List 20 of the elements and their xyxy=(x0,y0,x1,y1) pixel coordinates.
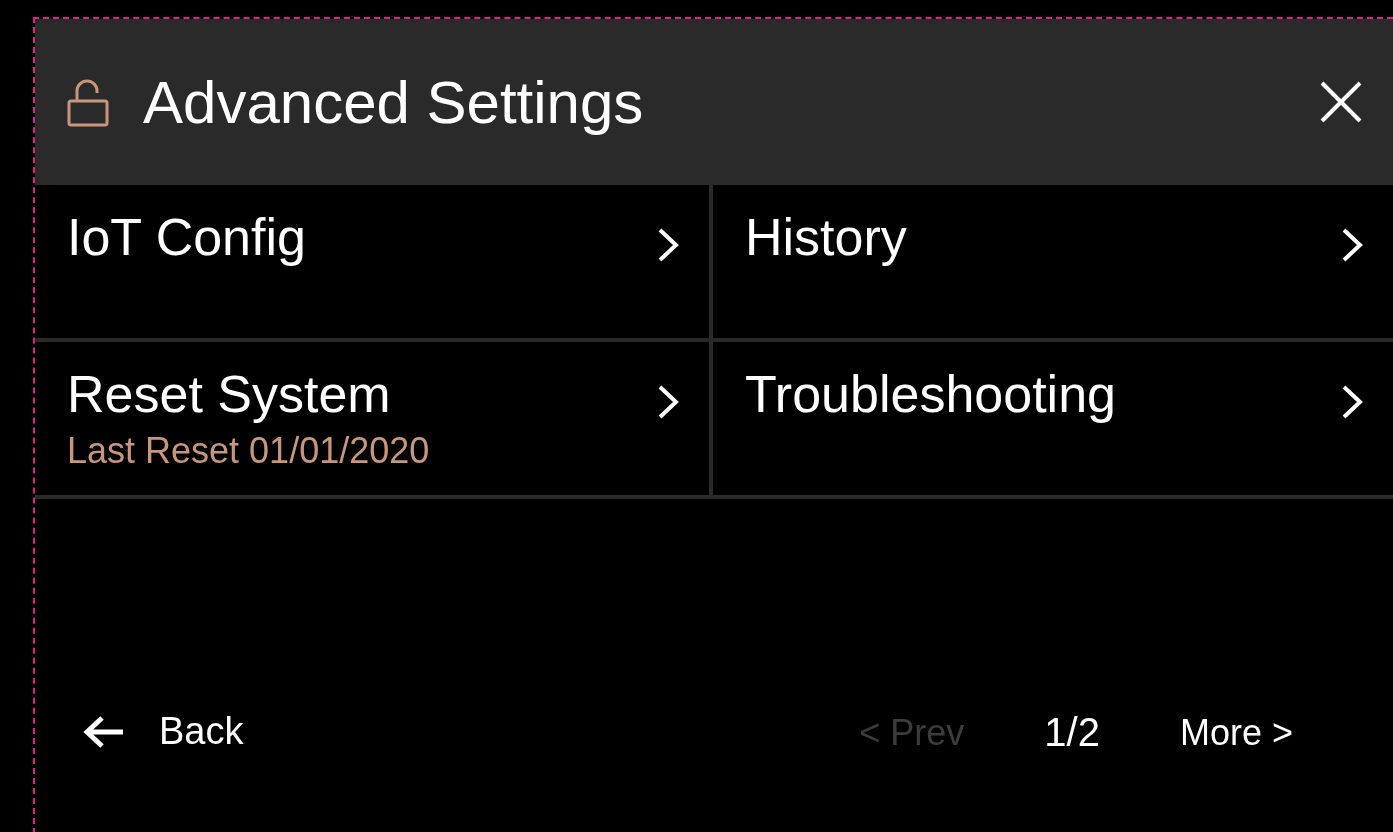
chevron-right-icon xyxy=(657,384,679,420)
chevron-right-icon xyxy=(657,227,679,263)
menu-item[interactable]: Reset System Last Reset 01/01/2020 xyxy=(35,342,713,499)
close-button[interactable] xyxy=(1319,80,1363,124)
page-indicator: 1/2 xyxy=(1044,710,1100,755)
menu-item-label: History xyxy=(745,207,907,267)
window-title: Advanced Settings xyxy=(143,67,645,137)
unlocked-padlock-icon xyxy=(67,77,109,127)
chevron-right-icon xyxy=(1341,227,1363,263)
menu-item-subtitle: Last Reset 01/01/2020 xyxy=(67,430,430,472)
menu-item[interactable]: Troubleshooting xyxy=(713,342,1393,499)
next-page-button[interactable]: More > xyxy=(1179,711,1293,754)
back-button[interactable]: Back xyxy=(83,710,244,753)
menu-item-label: IoT Config xyxy=(67,207,306,267)
menu-item-label: Reset System xyxy=(67,364,392,424)
chevron-right-icon xyxy=(1341,384,1363,420)
menu-item-label: Troubleshooting xyxy=(745,364,1116,424)
menu-item[interactable]: History xyxy=(713,185,1393,342)
left-arrow-icon xyxy=(83,714,125,749)
menu-item[interactable]: IoT Config xyxy=(35,185,713,342)
